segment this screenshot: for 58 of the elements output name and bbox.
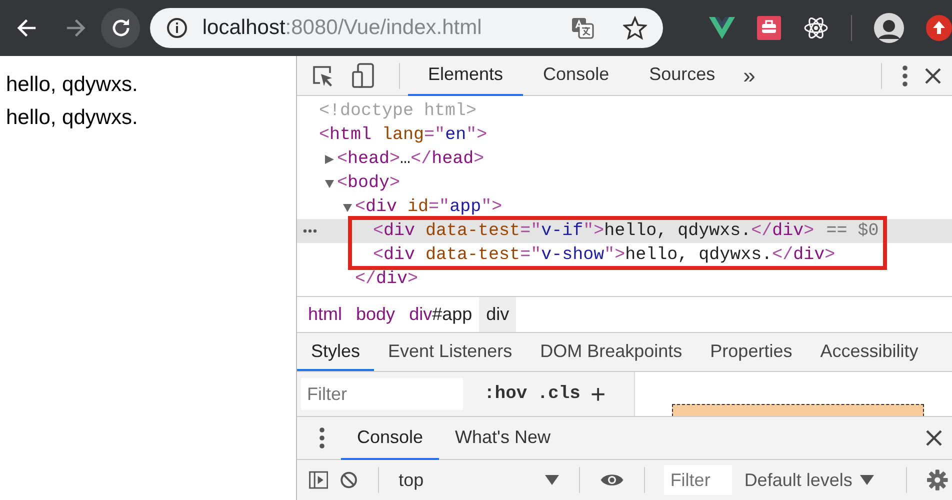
toolbox-icon[interactable] — [757, 16, 781, 40]
breadcrumb[interactable]: div#app — [402, 297, 480, 332]
drawer-tab[interactable]: What's New — [439, 416, 567, 460]
panel-tab[interactable]: Elements — [408, 56, 524, 96]
toggle-button[interactable]: :hov — [479, 384, 532, 404]
expand-arrow-icon[interactable] — [325, 154, 334, 164]
translate-icon[interactable] — [571, 16, 595, 40]
forward-icon[interactable] — [64, 17, 86, 39]
reload-button[interactable] — [101, 8, 140, 48]
upload-icon[interactable] — [926, 15, 952, 41]
caret-icon — [860, 475, 874, 485]
settings-icon[interactable] — [927, 467, 948, 493]
levels-dropdown[interactable]: Default levels — [744, 470, 874, 490]
more-tabs-button[interactable]: » — [735, 62, 764, 88]
panel-tab[interactable]: Console — [523, 56, 630, 96]
atom-icon[interactable] — [803, 16, 829, 40]
dom-node[interactable]: <div data-test="v-show">hello, qdywxs.</div> — [373, 245, 836, 265]
close-icon[interactable] — [924, 66, 942, 84]
breadcrumb[interactable]: body — [349, 297, 402, 332]
selected-node[interactable]: <div data-test="v-if">hello, qdywxs.</div> — [373, 221, 814, 241]
breadcrumb[interactable]: html — [301, 297, 350, 332]
info-icon — [166, 17, 188, 39]
close-icon[interactable] — [925, 429, 943, 447]
page-text: hello, qdywxs. — [6, 105, 139, 131]
back-icon[interactable] — [16, 17, 38, 39]
v-logo-icon[interactable] — [709, 17, 735, 39]
more-icon[interactable] — [319, 427, 325, 449]
star-icon[interactable] — [623, 16, 647, 40]
inspect-icon[interactable] — [311, 64, 335, 88]
dom-node[interactable]: <div id="app"> — [355, 197, 502, 217]
node-reference: == $0 — [826, 221, 879, 241]
collapse-arrow-icon[interactable] — [343, 202, 352, 212]
sidebar-tab[interactable]: Accessibility — [806, 333, 932, 371]
block-icon[interactable] — [340, 469, 358, 491]
panel-tab[interactable]: Sources — [629, 56, 736, 96]
add-rule-button[interactable]: + — [585, 378, 611, 410]
filter-field[interactable]: Filter — [301, 378, 463, 410]
dom-node[interactable]: <html lang="en"> — [319, 125, 488, 145]
filter-field[interactable]: Filter — [664, 465, 732, 495]
caret-icon — [544, 475, 559, 485]
url-text: localhost:8080/Vue/index.html — [202, 16, 482, 40]
context-selector[interactable]: top — [398, 470, 559, 490]
device-icon[interactable] — [351, 62, 375, 88]
toggle-button[interactable]: .cls — [532, 384, 586, 404]
dom-node[interactable]: <head>…</head> — [337, 149, 484, 169]
sidebar-tab[interactable]: Event Listeners — [374, 333, 526, 371]
sidebar-icon[interactable] — [309, 469, 328, 491]
breadcrumb[interactable]: div — [479, 297, 516, 332]
dom-node[interactable]: </div> — [355, 269, 418, 289]
sidebar-tab[interactable]: Properties — [696, 333, 806, 371]
page-text: hello, qdywxs. — [6, 72, 139, 98]
avatar-icon[interactable] — [874, 13, 904, 43]
more-icon[interactable] — [902, 64, 908, 86]
dom-node[interactable]: <body> — [337, 173, 400, 193]
sidebar-tab[interactable]: DOM Breakpoints — [526, 333, 696, 371]
ellipsis-icon[interactable] — [303, 229, 317, 233]
collapse-arrow-icon[interactable] — [325, 178, 334, 188]
address-bar[interactable]: localhost:8080/Vue/index.html — [150, 8, 663, 48]
